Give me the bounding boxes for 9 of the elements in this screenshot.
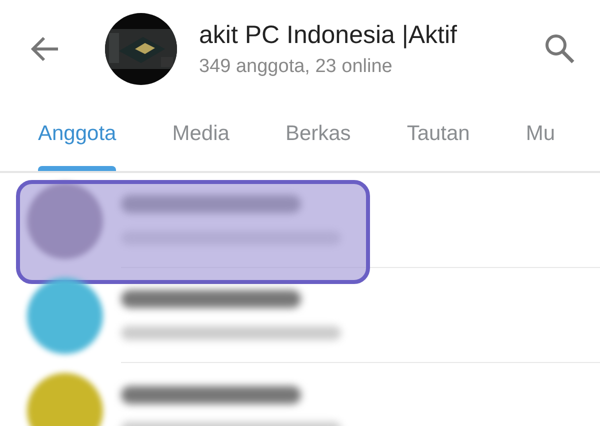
group-title: akit PC Indonesia |Aktif xyxy=(199,20,458,50)
tab[interactable]: Media xyxy=(154,98,248,171)
tab[interactable]: Berkas xyxy=(267,98,369,171)
member-count: 349 anggota, 23 online xyxy=(199,56,394,78)
search-icon[interactable] xyxy=(544,33,576,65)
tab[interactable]: Tautan xyxy=(388,98,488,171)
tab[interactable]: Mu xyxy=(508,98,574,171)
tab[interactable]: Anggota xyxy=(20,98,134,171)
back-arrow-icon[interactable] xyxy=(30,36,60,62)
